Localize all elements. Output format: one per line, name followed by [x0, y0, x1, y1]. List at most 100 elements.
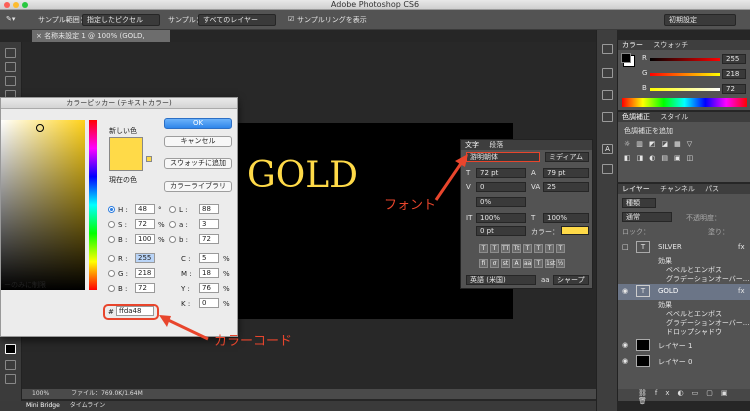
r-channel-slider[interactable]	[650, 58, 720, 61]
cancel-button[interactable]: キャンセル	[164, 136, 232, 147]
show-ring-checkbox[interactable]: ☑	[288, 15, 294, 23]
tab-layers[interactable]: レイヤー	[622, 185, 650, 193]
g-field[interactable]: 218	[135, 268, 155, 278]
tab-character[interactable]: 文字	[465, 141, 479, 149]
properties-panel-icon[interactable]	[602, 112, 613, 122]
b-channel-value[interactable]: 72	[722, 84, 746, 94]
visibility-eye-icon[interactable]: ◉	[622, 341, 628, 349]
l-radio[interactable]	[169, 206, 176, 213]
zoom-window-button[interactable]	[22, 2, 28, 8]
layers-footer-icons[interactable]: ⛓fx◐▭▢▣🗑	[618, 389, 750, 405]
layer-row-silver[interactable]: □ T SILVER fx	[618, 240, 750, 256]
ok-button[interactable]: OK	[164, 118, 232, 129]
close-window-button[interactable]	[4, 2, 10, 8]
foreground-color-swatch[interactable]	[5, 344, 16, 354]
quick-mask-icon[interactable]	[5, 360, 16, 370]
tab-mini-bridge[interactable]: Mini Bridge	[26, 402, 60, 409]
ordinal-button[interactable]: T	[534, 259, 543, 268]
underline-button[interactable]: T	[545, 244, 554, 253]
blend-mode-dropdown[interactable]: 通常	[622, 212, 672, 222]
brush-panel-icon[interactable]	[602, 90, 613, 100]
close-tab-icon[interactable]: ×	[36, 32, 44, 40]
actions-panel-icon[interactable]	[602, 68, 613, 78]
language-dropdown[interactable]: 英語 (米国)	[466, 275, 536, 285]
adjustment-icons-row-1[interactable]: ☼▥◩◪▦▽	[624, 140, 698, 148]
tab-swatches[interactable]: スウォッチ	[653, 41, 688, 49]
g-channel-slider[interactable]	[650, 73, 720, 76]
color-background-swatch[interactable]	[621, 53, 631, 63]
tab-timeline[interactable]: タイムライン	[70, 402, 106, 409]
c-field[interactable]: 5	[199, 253, 219, 263]
current-color-preview[interactable]	[109, 154, 143, 171]
m-field[interactable]: 18	[199, 268, 219, 278]
layer-row-gold[interactable]: ◉ T GOLD fx	[618, 284, 750, 300]
y-field[interactable]: 76	[199, 283, 219, 293]
hue-slider[interactable]	[89, 120, 97, 290]
g-channel-value[interactable]: 218	[722, 69, 746, 79]
fraction-button[interactable]: 1st	[545, 259, 555, 268]
font-style-dropdown[interactable]: ミディアム	[545, 152, 589, 162]
subscript-button[interactable]: T	[534, 244, 543, 253]
discretionary-ligature-button[interactable]: ơ	[490, 259, 499, 268]
color-libraries-button[interactable]: カラーライブラリ	[164, 181, 232, 192]
layer-effect-item[interactable]: ドロップシャドウ	[618, 327, 750, 337]
visibility-eye-icon[interactable]: ◉	[622, 357, 628, 365]
l-field[interactable]: 88	[199, 204, 219, 214]
leading-field[interactable]: 79 pt	[543, 168, 589, 178]
faux-bold-button[interactable]: T	[479, 244, 488, 253]
visibility-toggle-icon[interactable]: □	[622, 243, 629, 251]
swash-button[interactable]: st	[501, 259, 510, 268]
tab-paragraph[interactable]: 段落	[489, 141, 503, 149]
antialias-dropdown[interactable]: シャープ	[553, 275, 589, 285]
stylistic-alt-button[interactable]: A	[512, 259, 521, 268]
layer-filter-dropdown[interactable]: 種類	[622, 198, 656, 208]
effects-icon[interactable]: fx	[738, 243, 745, 251]
canvas-gold-text[interactable]: GOLD	[247, 155, 358, 196]
blue-field[interactable]: 72	[135, 283, 155, 293]
adjustment-icons-row-2[interactable]: ◧◨◐▤▣◫	[624, 154, 699, 162]
marquee-tool-icon[interactable]	[5, 62, 16, 72]
tab-paths[interactable]: パス	[705, 185, 719, 193]
g-radio[interactable]	[108, 270, 115, 277]
h-radio[interactable]	[108, 206, 115, 213]
lab-b-field[interactable]: 72	[199, 234, 219, 244]
small-caps-button[interactable]: Tt	[512, 244, 521, 253]
s-radio[interactable]	[108, 221, 115, 228]
tab-color[interactable]: カラー	[622, 41, 643, 49]
history-panel-icon[interactable]	[602, 44, 613, 54]
k-field[interactable]: 0	[199, 298, 219, 308]
r-radio[interactable]	[108, 255, 115, 262]
visibility-eye-icon[interactable]: ◉	[622, 287, 628, 295]
h-field[interactable]: 48	[135, 204, 155, 214]
tab-adjustments[interactable]: 色調補正	[622, 113, 650, 121]
layer-effect-item[interactable]: グラデーションオーバー...	[618, 274, 750, 284]
blue-radio[interactable]	[108, 285, 115, 292]
lasso-tool-icon[interactable]	[5, 76, 16, 86]
b-field[interactable]: 100	[135, 234, 155, 244]
a-field[interactable]: 3	[199, 219, 219, 229]
web-safe-cube-icon[interactable]	[146, 156, 152, 162]
eyedropper-icon[interactable]: ✎▾	[6, 15, 15, 23]
ligature-button[interactable]: fi	[479, 259, 488, 268]
kerning-field[interactable]: 0	[476, 182, 526, 192]
layer-row-layer0[interactable]: ◉ レイヤー 0	[618, 354, 750, 370]
saturation-brightness-field[interactable]	[1, 120, 85, 290]
workspace-dropdown[interactable]: 初期設定	[664, 14, 736, 26]
effects-icon[interactable]: fx	[738, 287, 745, 295]
all-caps-button[interactable]: TT	[501, 244, 510, 253]
s-field[interactable]: 72	[135, 219, 155, 229]
font-size-field[interactable]: 72 pt	[476, 168, 526, 178]
color-selector-circle-icon[interactable]	[36, 124, 44, 132]
add-to-swatches-button[interactable]: スウォッチに追加	[164, 158, 232, 169]
vertical-scale-field[interactable]: 100%	[476, 213, 526, 223]
tab-channels[interactable]: チャンネル	[660, 185, 695, 193]
b-channel-slider[interactable]	[650, 88, 720, 91]
tab-styles[interactable]: スタイル	[660, 113, 688, 121]
r-field[interactable]: 255	[135, 253, 155, 263]
a-radio[interactable]	[169, 221, 176, 228]
document-tab[interactable]: × 名称未設定 1 @ 100% (GOLD, RGB/8) *	[32, 30, 170, 52]
lab-b-radio[interactable]	[169, 236, 176, 243]
horizontal-scale-field[interactable]: 100%	[543, 213, 589, 223]
font-family-dropdown[interactable]: 游明朝体	[466, 152, 540, 162]
sample-dropdown[interactable]: すべてのレイヤー	[198, 14, 276, 26]
